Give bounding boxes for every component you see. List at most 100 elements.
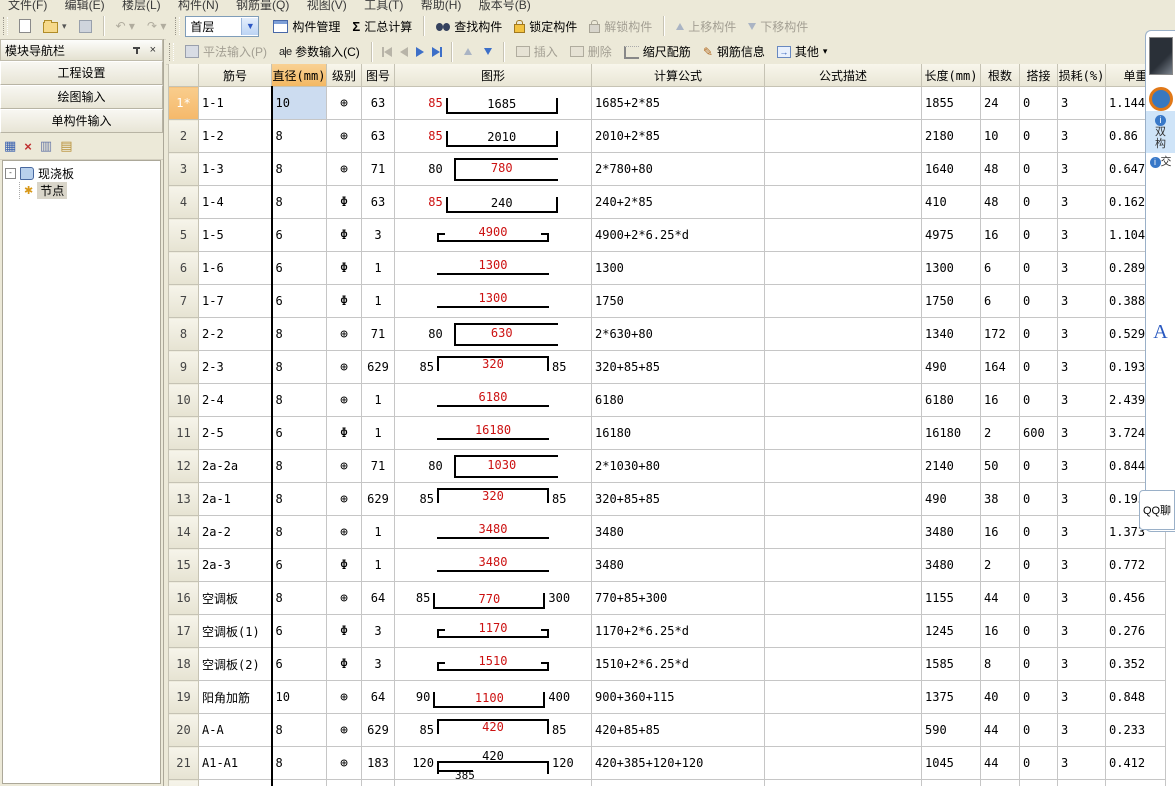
header-formula[interactable]: 计算公式	[592, 64, 765, 87]
cell-length[interactable]: 410	[922, 186, 981, 219]
cell-shape-no[interactable]: 71	[362, 450, 395, 483]
cell-lap[interactable]: 0	[1020, 681, 1058, 714]
cell-shape[interactable]: 1510	[395, 648, 592, 681]
cell-count[interactable]: 44	[981, 714, 1020, 747]
cell-level[interactable]: ⊕	[327, 582, 362, 615]
cell-formula[interactable]: 320+85+85	[592, 483, 765, 516]
cell-formula[interactable]: 320+85+85	[592, 351, 765, 384]
find-component-button[interactable]: 查找构件	[430, 16, 508, 37]
cell-loss[interactable]: 3	[1058, 252, 1106, 285]
cell-formula[interactable]: 1170+2*6.25*d	[592, 615, 765, 648]
cell-formula-desc[interactable]	[765, 714, 922, 747]
cell-formula[interactable]: 2*780+80	[592, 153, 765, 186]
header-diameter[interactable]: 直径(mm)	[272, 64, 327, 87]
cell-shape-no[interactable]: 64	[362, 582, 395, 615]
cell-shape-no[interactable]: 63	[362, 87, 395, 120]
cell-loss[interactable]: 3	[1058, 681, 1106, 714]
cell-formula[interactable]: 3480	[592, 516, 765, 549]
cell-formula[interactable]: 16180	[592, 417, 765, 450]
cell-level[interactable]: Φ	[327, 417, 362, 450]
cell-formula-desc[interactable]	[765, 186, 922, 219]
cell-shape-no[interactable]: 1	[362, 516, 395, 549]
cell-count[interactable]: 8	[981, 648, 1020, 681]
sum-calc-button[interactable]: Σ汇总计算	[346, 16, 418, 37]
cell-lap[interactable]: 0	[1020, 87, 1058, 120]
cell-level[interactable]: ⊕	[327, 714, 362, 747]
cell-loss[interactable]: 3	[1058, 153, 1106, 186]
row-number[interactable]: 18	[169, 648, 199, 681]
row-number[interactable]: 2	[169, 120, 199, 153]
avatar[interactable]	[1149, 37, 1173, 75]
cell-lap[interactable]: 0	[1020, 186, 1058, 219]
menu-help[interactable]: 帮助(H)	[421, 0, 462, 13]
cell-shape-no[interactable]: 71	[362, 153, 395, 186]
cell-loss[interactable]: 3	[1058, 186, 1106, 219]
menu-floor[interactable]: 楼层(L)	[122, 0, 161, 13]
cell-bar-id[interactable]: 1-4	[199, 186, 272, 219]
cell-level[interactable]: Φ	[327, 252, 362, 285]
cell-formula-desc[interactable]	[765, 648, 922, 681]
row-number[interactable]: 13	[169, 483, 199, 516]
cell-diameter[interactable]: 6	[272, 252, 327, 285]
row-number[interactable]: 8	[169, 318, 199, 351]
rebar-info-button[interactable]: ✎钢筋信息	[697, 41, 771, 62]
cell-count[interactable]: 38	[981, 483, 1020, 516]
cell-shape-no[interactable]: 3	[362, 615, 395, 648]
cell-count[interactable]: 16	[981, 219, 1020, 252]
cell-length[interactable]: 1675	[922, 780, 981, 786]
nav-button-project-settings[interactable]: 工程设置	[0, 61, 163, 85]
cell-bar-id[interactable]: 1-5	[199, 219, 272, 252]
cell-length[interactable]: 1855	[922, 87, 981, 120]
cell-bar-id[interactable]: 1-7	[199, 285, 272, 318]
cell-loss[interactable]: 3	[1058, 285, 1106, 318]
cell-formula[interactable]: 1685+2*85	[592, 87, 765, 120]
cell-shape[interactable]: 85770300	[395, 582, 592, 615]
menu-file[interactable]: 文件(F)	[8, 0, 47, 13]
cell-bar-id[interactable]: 1-2	[199, 120, 272, 153]
cell-lap[interactable]: 0	[1020, 714, 1058, 747]
header-shape-no[interactable]: 图号	[362, 64, 395, 87]
cell-level[interactable]: ⊕	[327, 318, 362, 351]
cell-diameter[interactable]: 6	[272, 285, 327, 318]
cell-bar-id[interactable]: A-A	[199, 714, 272, 747]
cell-bar-id[interactable]: 2-3	[199, 351, 272, 384]
cell-diameter[interactable]: 6	[272, 780, 327, 786]
header-formula-desc[interactable]: 公式描述	[765, 64, 922, 87]
cell-diameter[interactable]: 8	[272, 483, 327, 516]
cell-count[interactable]: 48	[981, 186, 1020, 219]
menu-tools[interactable]: 工具(T)	[364, 0, 403, 13]
cell-loss[interactable]: 3	[1058, 483, 1106, 516]
header-bar-id[interactable]: 筋号	[199, 64, 272, 87]
row-number[interactable]: 17	[169, 615, 199, 648]
copy-icon[interactable]: ▥	[40, 138, 52, 154]
row-number[interactable]: 14	[169, 516, 199, 549]
open-file-button[interactable]: ▾	[37, 17, 73, 35]
cell-formula[interactable]: 6180	[592, 384, 765, 417]
cell-loss[interactable]: 3	[1058, 87, 1106, 120]
cell-length[interactable]: 1375	[922, 681, 981, 714]
row-number[interactable]: 21	[169, 747, 199, 780]
cell-formula-desc[interactable]	[765, 780, 922, 786]
cell-shape[interactable]: 80630	[395, 318, 592, 351]
cell-shape[interactable]: 1300	[395, 285, 592, 318]
cell-length[interactable]: 6180	[922, 384, 981, 417]
cell-unit-weight[interactable]: 0.276	[1106, 615, 1166, 648]
cell-diameter[interactable]: 8	[272, 582, 327, 615]
row-number[interactable]: 12	[169, 450, 199, 483]
delete-icon[interactable]: ×	[24, 139, 32, 154]
lock-component-button[interactable]: 锁定构件	[508, 16, 583, 37]
cell-count[interactable]: 24	[981, 780, 1020, 786]
header-count[interactable]: 根数	[981, 64, 1020, 87]
cell-shape-no[interactable]: 1	[362, 252, 395, 285]
cell-lap[interactable]: 0	[1020, 384, 1058, 417]
cell-formula-desc[interactable]	[765, 285, 922, 318]
cell-bar-id[interactable]: 2-2	[199, 318, 272, 351]
cell-length[interactable]: 1640	[922, 153, 981, 186]
cell-unit-weight[interactable]: 0.372	[1106, 780, 1166, 786]
cell-bar-id[interactable]: 2a-2	[199, 516, 272, 549]
cell-formula[interactable]: 1750	[592, 285, 765, 318]
cell-formula-desc[interactable]	[765, 681, 922, 714]
cell-formula-desc[interactable]	[765, 351, 922, 384]
cell-count[interactable]: 16	[981, 615, 1020, 648]
cell-shape[interactable]: 852010	[395, 120, 592, 153]
